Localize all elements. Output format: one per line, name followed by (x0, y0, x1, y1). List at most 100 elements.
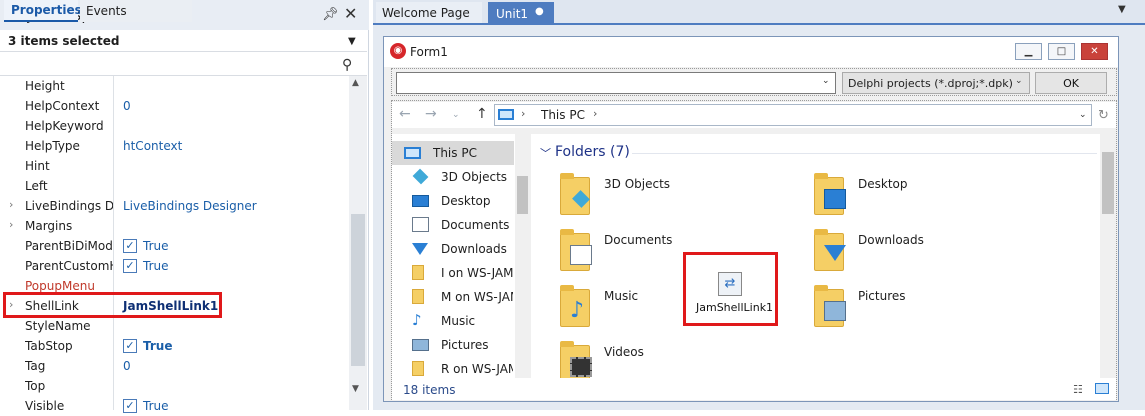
up-arrow-icon[interactable]: ↑ (476, 106, 488, 122)
property-value[interactable]: LiveBindings Designer (123, 199, 257, 213)
property-name: HelpKeyword (25, 119, 104, 133)
filter-combo[interactable]: Delphi projects (*.dproj;*.dpk) (842, 72, 1030, 94)
property-row[interactable]: Left (0, 176, 349, 196)
nav-item[interactable]: Desktop (392, 189, 514, 213)
chevron-down-icon[interactable]: ⌄ (1015, 76, 1023, 86)
address-dropdown-icon[interactable]: ⌄ (1079, 110, 1087, 120)
property-checkbox[interactable]: ✓ (123, 399, 137, 413)
selection-combo[interactable]: 3 items selected (0, 30, 367, 52)
tab-properties[interactable]: Properties (4, 0, 82, 22)
property-row[interactable]: TabStop ✓ True (0, 336, 349, 356)
nav-item[interactable]: 3D Objects (392, 165, 514, 189)
property-value[interactable]: htContext (123, 139, 182, 153)
nav-item[interactable]: I on WS-JAM1 (392, 261, 514, 285)
nav-item[interactable]: Documents (392, 213, 514, 237)
tab-welcome-page[interactable]: Welcome Page (376, 2, 482, 23)
property-row[interactable]: Top (0, 376, 349, 396)
documents-icon (412, 217, 429, 232)
ok-button[interactable]: OK (1035, 72, 1107, 94)
nav-item[interactable]: This PC (392, 141, 514, 165)
pin-icon[interactable]: 📌︎ (322, 7, 339, 22)
property-value: True (143, 259, 169, 273)
property-checkbox[interactable]: ✓ (123, 259, 137, 273)
tab-unit1[interactable]: Unit1 (488, 2, 554, 25)
property-row[interactable]: Height (0, 76, 349, 96)
chevron-down-icon[interactable]: ⌄ (822, 76, 830, 86)
chevron-down-icon[interactable]: ▼ (348, 36, 356, 47)
nav-item-label: Pictures (441, 338, 489, 352)
refresh-icon[interactable]: ↻ (1098, 108, 1109, 123)
property-row[interactable]: HelpType htContext (0, 136, 349, 156)
expand-arrow-icon[interactable]: › (9, 218, 13, 231)
property-row[interactable]: ParentCustomHint ✓ True (0, 256, 349, 276)
minimize-button[interactable]: ▁ (1015, 43, 1042, 60)
nav-item[interactable]: M on WS-JAM (392, 285, 514, 309)
tab-events[interactable]: Events (80, 0, 192, 22)
content-scroll-thumb[interactable] (1102, 152, 1114, 214)
nav-item[interactable]: ♪ Music (392, 309, 514, 333)
property-row[interactable]: › Margins (0, 216, 349, 236)
folder-item[interactable]: Pictures (814, 283, 1034, 333)
scroll-down-icon[interactable]: ▼ (352, 384, 359, 394)
path-combo[interactable] (396, 72, 836, 94)
nav-item-label: I on WS-JAM1 (441, 266, 513, 280)
property-row[interactable]: Tag 0 (0, 356, 349, 376)
group-header[interactable]: Folders (7) (555, 144, 630, 160)
property-row[interactable]: StyleName (0, 316, 349, 336)
inspector-tabs (0, 54, 367, 76)
nav-pane-scrollbar[interactable] (515, 134, 530, 378)
property-name: Margins (25, 219, 73, 233)
details-view-icon[interactable]: ☷ (1073, 383, 1083, 396)
pictures-icon (412, 339, 429, 351)
property-row[interactable]: ParentBiDiMode ✓ True (0, 236, 349, 256)
close-icon[interactable]: ✕ (344, 4, 357, 23)
scroll-up-icon[interactable]: ▲ (352, 78, 359, 88)
chevron-right-icon[interactable]: › (593, 107, 597, 120)
property-name: HelpType (25, 139, 80, 153)
recent-dropdown-icon[interactable]: ⌄ (452, 110, 460, 120)
nav-pane-scroll-thumb[interactable] (517, 176, 528, 214)
property-name: Left (25, 179, 48, 193)
folder-item[interactable]: Downloads (814, 227, 1034, 277)
folder-tab-shape (560, 285, 574, 291)
item-count: 18 items (403, 383, 456, 397)
property-value[interactable]: 0 (123, 359, 131, 373)
nav-item-label: Music (441, 314, 476, 328)
address-crumb-this-pc[interactable]: This PC (541, 108, 585, 122)
pictures-icon (824, 301, 846, 321)
maximize-button[interactable]: □ (1048, 43, 1075, 60)
property-checkbox[interactable]: ✓ (123, 339, 137, 353)
music-icon: ♪ (570, 298, 585, 323)
property-value: True (143, 339, 173, 353)
pc-icon (404, 147, 421, 159)
property-row[interactable]: › LiveBindings Designer LiveBindings Desig… (0, 196, 349, 216)
nav-item-label: 3D Objects (441, 170, 508, 184)
property-checkbox[interactable]: ✓ (123, 239, 137, 253)
back-arrow-icon[interactable]: ← (399, 106, 411, 122)
folder-item[interactable]: 3D Objects (560, 171, 780, 221)
property-row[interactable]: Visible ✓ True (0, 396, 349, 416)
close-button[interactable]: ✕ (1081, 43, 1108, 60)
cube-icon (412, 168, 429, 185)
expand-arrow-icon[interactable]: › (9, 198, 13, 211)
large-icons-view-icon[interactable] (1095, 383, 1109, 394)
property-row[interactable]: HelpKeyword (0, 116, 349, 136)
nav-item[interactable]: Pictures (392, 333, 514, 357)
network-folder-icon (412, 265, 424, 280)
search-icon[interactable]: ⚲ (342, 57, 352, 73)
property-row[interactable]: HelpContext 0 (0, 96, 349, 116)
property-name: ParentBiDiMode (25, 239, 113, 253)
nav-item[interactable]: Downloads (392, 237, 514, 261)
property-name: Height (25, 79, 65, 93)
folder-item[interactable]: Desktop (814, 171, 1034, 221)
inspector-scroll-thumb[interactable] (351, 214, 365, 366)
property-value[interactable]: 0 (123, 99, 131, 113)
folder-label: Videos (604, 345, 644, 359)
forward-arrow-icon[interactable]: → (425, 106, 437, 122)
collapse-group-icon[interactable]: ﹀ (540, 145, 551, 161)
column-divider[interactable] (113, 76, 114, 410)
nav-item-label: Downloads (441, 242, 507, 256)
tab-list-dropdown-icon[interactable]: ▼ (1118, 4, 1126, 15)
property-row[interactable]: Hint (0, 156, 349, 176)
chevron-right-icon[interactable]: › (521, 107, 525, 120)
